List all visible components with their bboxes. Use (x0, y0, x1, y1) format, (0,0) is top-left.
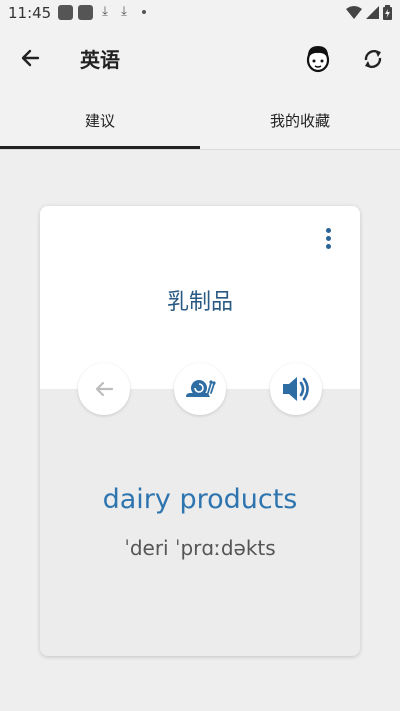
tab-bar: 建议 我的收藏 (0, 90, 400, 150)
phonetic-transcription: ˈderi ˈprɑːdəkts (124, 536, 276, 560)
status-time: 11:45 (8, 4, 52, 22)
flashcard[interactable]: 乳制品 dairy products ˈderi ˈprɑːdəkts (40, 206, 360, 656)
slow-play-button[interactable] (174, 363, 226, 415)
battery-icon (383, 5, 392, 20)
app-notification-icon (78, 4, 93, 20)
wifi-icon (346, 5, 362, 19)
arrow-left-icon (21, 49, 40, 67)
more-vertical-icon-dot (325, 244, 331, 249)
source-word: 乳制品 (166, 290, 233, 315)
snail-icon (186, 380, 216, 397)
arrow-left-icon (95, 381, 114, 397)
avatar-button[interactable] (302, 42, 334, 74)
notification-icons: ⤓ ⤓ (58, 4, 146, 20)
tab-indicator (0, 146, 200, 149)
tab-suggestions[interactable]: 建议 (0, 90, 200, 150)
page-title: 英语 (80, 48, 120, 72)
refresh-icon (364, 50, 382, 68)
translated-word: dairy products (102, 484, 298, 515)
more-options-button[interactable] (321, 226, 335, 252)
app-bar: 英语 (0, 26, 400, 90)
speaker-icon (283, 377, 309, 401)
tab-favorites[interactable]: 我的收藏 (200, 90, 400, 150)
download-icon: ⤓ (121, 4, 127, 19)
previous-button[interactable] (78, 363, 130, 415)
back-button[interactable] (16, 44, 46, 72)
more-vertical-icon (325, 228, 331, 233)
play-audio-button[interactable] (270, 363, 322, 415)
download-icon: ⤓ (102, 4, 108, 19)
more-notifications-icon (142, 10, 146, 14)
status-bar: 11:45 ⤓ ⤓ (0, 0, 400, 26)
system-icons (346, 5, 392, 20)
face-icon (306, 46, 330, 73)
more-vertical-icon-dot (325, 236, 331, 241)
app-notification-icon (58, 4, 73, 20)
signal-icon (366, 5, 379, 19)
refresh-button[interactable] (358, 44, 388, 74)
